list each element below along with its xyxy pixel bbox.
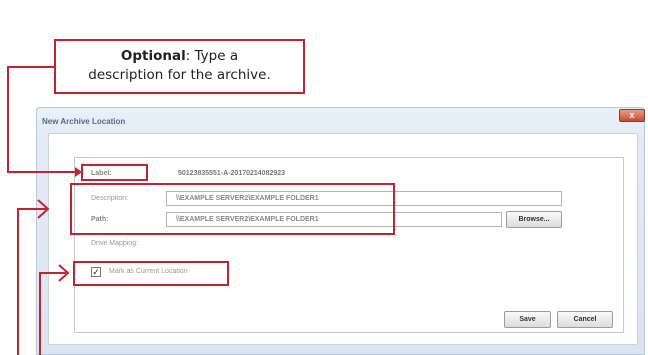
arrow-head-icon [75, 167, 82, 177]
label-value: 50123835551-A-20170214082923 [178, 170, 286, 177]
callout-rest: : Type a [185, 48, 239, 64]
dialog-title: New Archive Location [42, 117, 126, 126]
cancel-button[interactable]: Cancel [557, 311, 613, 328]
description-path-highlight-box [70, 183, 395, 235]
chevron-right-icon [18, 199, 50, 219]
leader-line [7, 66, 9, 173]
leader-line [7, 66, 55, 68]
close-button[interactable]: x [619, 109, 645, 122]
save-button[interactable]: Save [504, 311, 551, 328]
leader-line [7, 171, 77, 173]
leader-line [17, 208, 19, 355]
label-highlight-box [81, 164, 148, 181]
drive-mapping-caption: Drive Mapping: [91, 240, 139, 247]
annotation-callout: Optional: Type a description for the arc… [54, 39, 305, 94]
browse-button[interactable]: Browse... [506, 211, 562, 228]
callout-line-1: Optional: Type a [56, 47, 303, 66]
callout-line-2: description for the archive. [88, 67, 271, 83]
callout-strong: Optional [120, 48, 186, 64]
chevron-right-icon [40, 264, 70, 282]
checkbox-highlight-box [73, 261, 229, 286]
